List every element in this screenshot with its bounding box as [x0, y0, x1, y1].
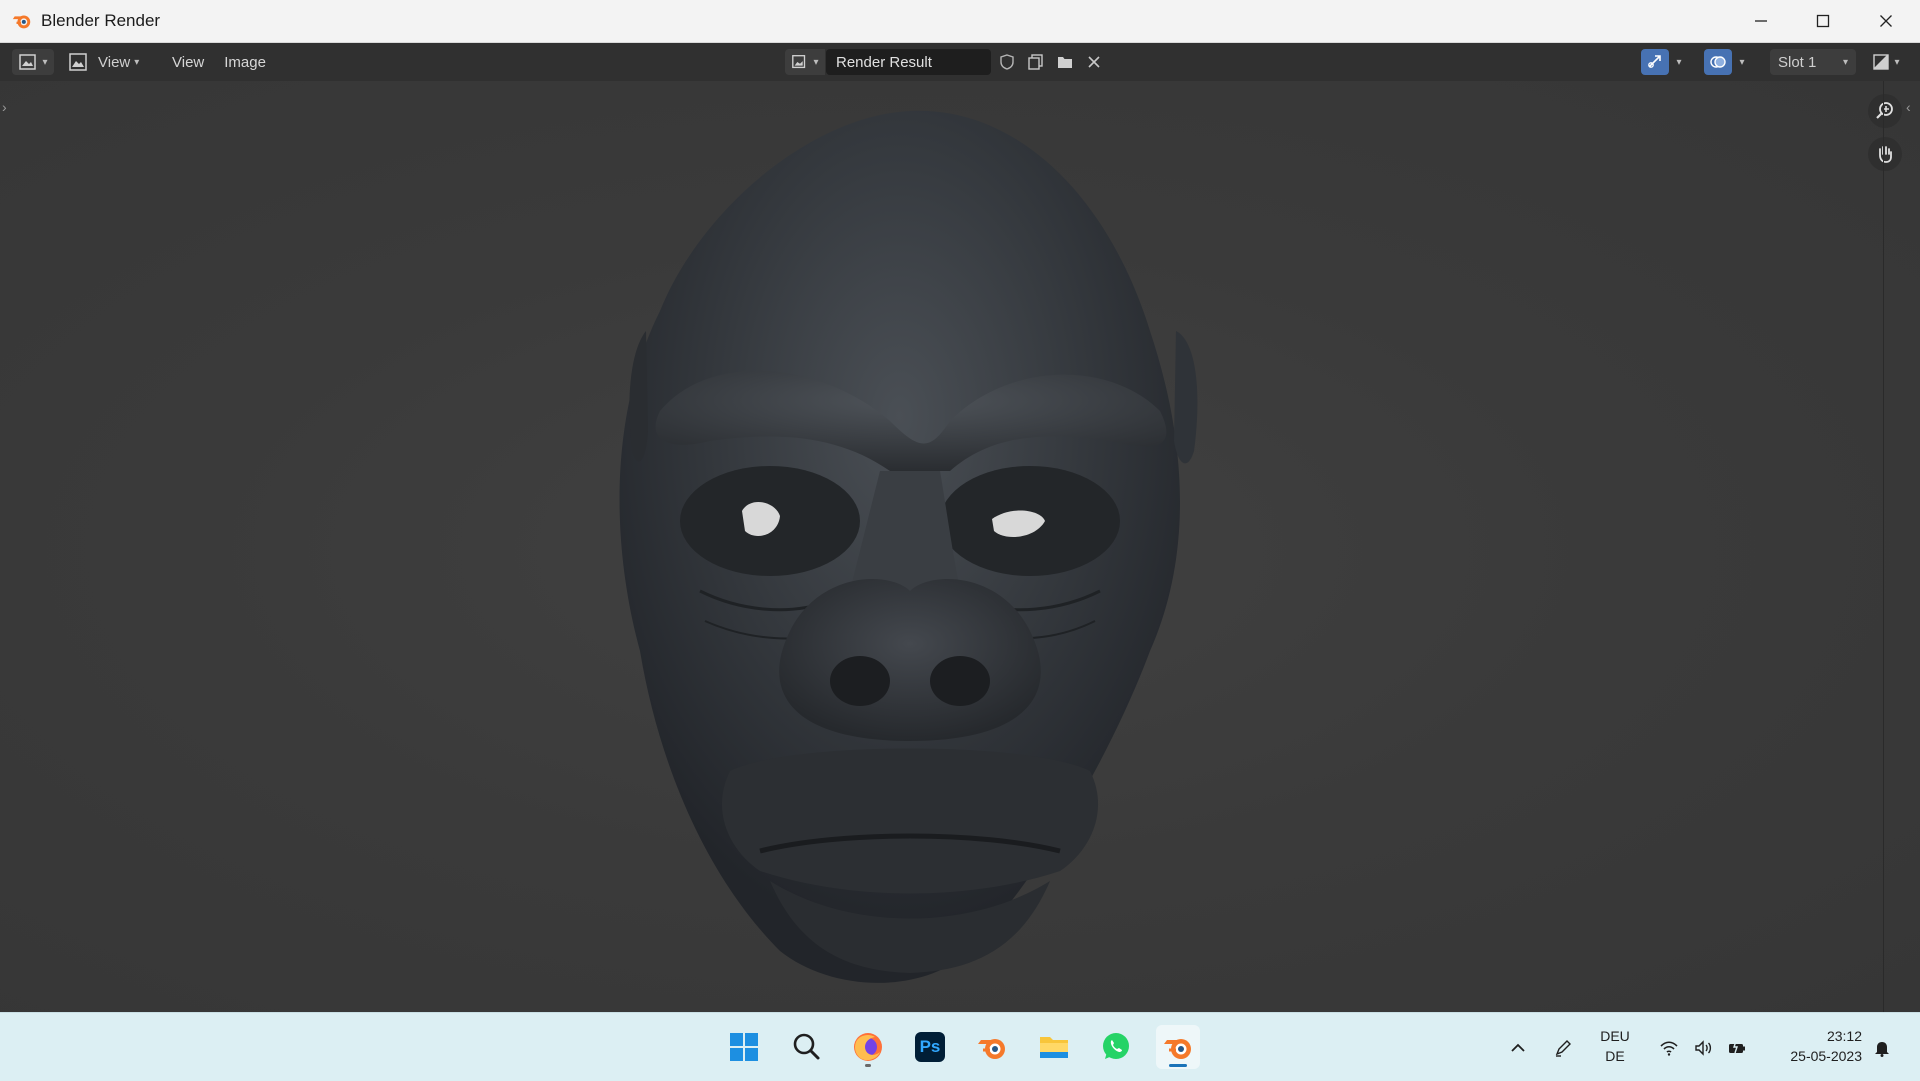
- taskbar: Ps DEU DE 23:12 25-05-2023: [0, 1012, 1920, 1081]
- zoom-button[interactable]: [1868, 94, 1902, 128]
- menu-image[interactable]: Image: [214, 49, 276, 75]
- view-mode-label: View: [98, 53, 131, 71]
- running-indicator: [865, 1064, 871, 1067]
- chevron-down-icon: ▾: [1894, 56, 1900, 68]
- pen-menu-button[interactable]: [1552, 1037, 1574, 1059]
- file-explorer-button[interactable]: [1032, 1025, 1076, 1069]
- clock-time: 23:12: [1826, 1028, 1862, 1044]
- editor-type-button[interactable]: ▾: [12, 49, 54, 75]
- clock[interactable]: 23:12 25-05-2023: [1768, 1026, 1862, 1066]
- chevron-down-icon: ▾: [1676, 56, 1682, 68]
- show-hidden-icons-button[interactable]: [1507, 1037, 1529, 1059]
- blender-active-button[interactable]: [1156, 1025, 1200, 1069]
- whatsapp-icon: [1103, 1033, 1129, 1059]
- new-image-icon: [1028, 54, 1043, 70]
- new-image-button[interactable]: [1024, 49, 1048, 75]
- overlay-icon: [1710, 56, 1726, 68]
- maximize-button[interactable]: [1792, 0, 1854, 42]
- close-icon: [1880, 15, 1892, 27]
- gizmo-dropdown[interactable]: ▾: [1670, 49, 1688, 75]
- window-titlebar: Blender Render: [0, 0, 1920, 43]
- chevron-down-icon: ▾: [42, 56, 48, 68]
- pan-button[interactable]: [1868, 137, 1902, 171]
- clock-date: 25-05-2023: [1790, 1048, 1862, 1064]
- start-button[interactable]: [722, 1025, 766, 1069]
- wifi-button[interactable]: [1658, 1037, 1680, 1059]
- keyboard-layout: DE: [1605, 1048, 1625, 1064]
- image-view-icon: [69, 53, 87, 71]
- firefox-icon: [854, 1033, 882, 1061]
- chevron-up-icon: [1511, 1043, 1525, 1052]
- battery-charging-icon: [1729, 1040, 1745, 1054]
- photoshop-button[interactable]: Ps: [908, 1025, 952, 1069]
- display-channels-icon: [1873, 54, 1890, 70]
- view-mode-dropdown[interactable]: View ▾: [66, 49, 156, 75]
- minimize-icon: [1755, 20, 1767, 22]
- close-button[interactable]: [1855, 0, 1917, 42]
- display-channels-button[interactable]: ▾: [1866, 49, 1906, 75]
- render-slot-dropdown[interactable]: Slot 1 ▾: [1770, 49, 1856, 75]
- chevron-down-icon: ▾: [813, 56, 819, 68]
- minimize-button[interactable]: [1730, 0, 1792, 42]
- fake-user-button[interactable]: [995, 49, 1019, 75]
- fake-user-icon: [1000, 54, 1014, 70]
- slot-label: Slot 1: [1778, 53, 1817, 71]
- file-explorer-icon: [1040, 1037, 1068, 1058]
- open-image-icon: [1058, 57, 1072, 68]
- chevron-down-icon: ▾: [1739, 56, 1745, 68]
- volume-icon: [1695, 1040, 1712, 1056]
- battery-button[interactable]: [1726, 1037, 1748, 1059]
- window-title: Blender Render: [41, 11, 161, 30]
- windows-start-icon: [730, 1033, 758, 1061]
- notification-bell-icon: [1875, 1042, 1889, 1057]
- gizmo-icon: [1648, 55, 1661, 68]
- whatsapp-button[interactable]: [1094, 1025, 1138, 1069]
- search-icon: [793, 1033, 820, 1060]
- notifications-button[interactable]: [1871, 1037, 1893, 1059]
- blender-active-icon: [1164, 1039, 1191, 1059]
- overlay-toggle-button[interactable]: [1704, 49, 1732, 75]
- search-button[interactable]: [784, 1025, 828, 1069]
- sidebar-expand-arrow-icon[interactable]: ‹: [1906, 99, 1911, 115]
- maximize-icon: [1816, 14, 1830, 28]
- render-result-image: [619, 110, 1198, 983]
- overlay-dropdown[interactable]: ▾: [1733, 49, 1751, 75]
- menu-view[interactable]: View: [162, 49, 214, 75]
- volume-button[interactable]: [1692, 1037, 1714, 1059]
- pen-icon: [1555, 1040, 1571, 1057]
- blender-icon: [978, 1039, 1005, 1059]
- pan-hand-icon: [1879, 146, 1892, 163]
- image-browse-icon: [792, 55, 806, 69]
- zoom-icon: [1876, 102, 1893, 119]
- wifi-icon: [1660, 1041, 1678, 1056]
- open-image-button[interactable]: [1053, 49, 1077, 75]
- unlink-image-button[interactable]: [1082, 49, 1106, 75]
- toolbar-expand-arrow-icon[interactable]: ›: [2, 99, 7, 115]
- language-code: DEU: [1600, 1028, 1630, 1044]
- blender-button[interactable]: [970, 1025, 1014, 1069]
- unlink-icon: [1088, 56, 1100, 68]
- photoshop-label: Ps: [919, 1037, 941, 1056]
- gizmo-toggle-button[interactable]: [1641, 49, 1669, 75]
- firefox-button[interactable]: [846, 1025, 890, 1069]
- chevron-down-icon: ▾: [134, 56, 140, 68]
- blender-logo-icon: [12, 15, 31, 29]
- image-viewport[interactable]: › ‹: [0, 81, 1920, 1012]
- chevron-down-icon: ▾: [1842, 56, 1848, 68]
- image-editor-icon: [19, 54, 37, 70]
- sidebar-divider: [1883, 81, 1884, 1012]
- image-browse-button[interactable]: ▾: [785, 49, 825, 75]
- active-indicator: [1169, 1064, 1187, 1067]
- image-name-field[interactable]: Render Result: [826, 49, 991, 75]
- input-language-indicator[interactable]: DEU DE: [1592, 1026, 1638, 1066]
